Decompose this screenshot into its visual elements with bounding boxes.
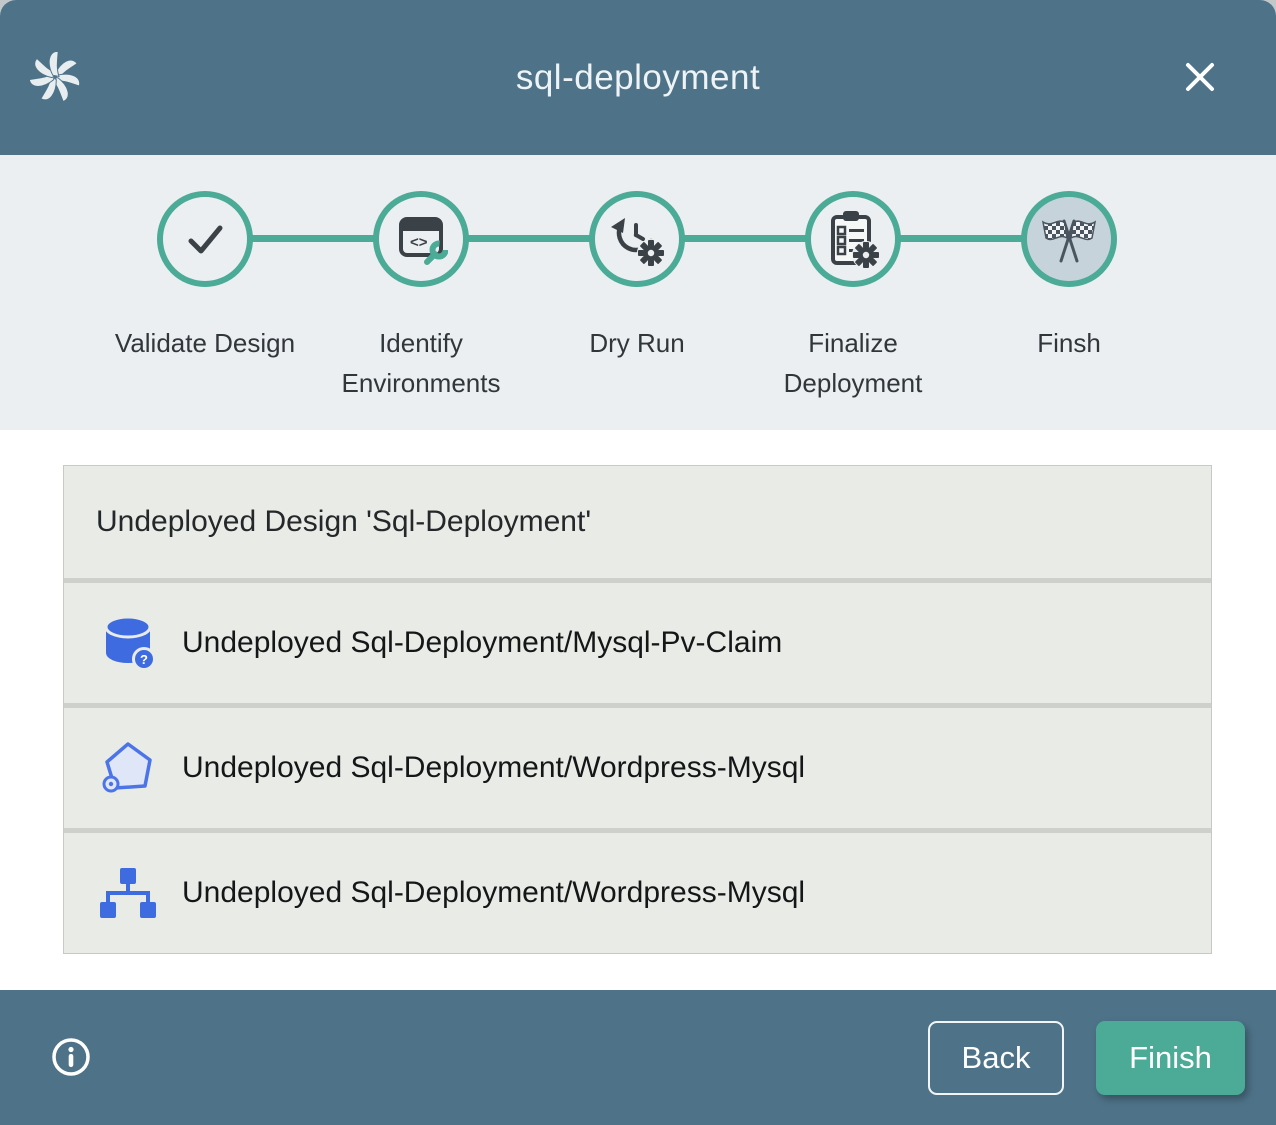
stepper: Validate Design <> Identify Environments xyxy=(0,155,1276,430)
deployment-wizard-dialog: sql-deployment Validate Design xyxy=(0,0,1276,1125)
finish-button[interactable]: Finish xyxy=(1096,1021,1245,1095)
database-question-icon: ? xyxy=(96,613,160,673)
sync-clock-gear-icon xyxy=(589,191,685,287)
list-item-text: Undeployed Sql-Deployment/Mysql-Pv-Claim xyxy=(182,626,782,660)
dialog-title: sql-deployment xyxy=(0,0,1276,155)
list-item: Undeployed Sql-Deployment/Wordpress-Mysq… xyxy=(64,708,1211,828)
info-icon[interactable] xyxy=(49,1036,93,1080)
list-item: Undeployed Sql-Deployment/Wordpress-Mysq… xyxy=(64,833,1211,953)
step-dry-run: Dry Run xyxy=(529,155,745,403)
step-label: Finsh xyxy=(1037,323,1101,363)
step-identify-environments: <> Identify Environments xyxy=(313,155,529,403)
content-area: Undeployed Design 'Sql-Deployment' ? Und… xyxy=(0,430,1276,990)
list-header-text: Undeployed Design 'Sql-Deployment' xyxy=(96,505,591,539)
titlebar: sql-deployment xyxy=(0,0,1276,155)
list-item: ? Undeployed Sql-Deployment/Mysql-Pv-Cla… xyxy=(64,583,1211,703)
step-label: Dry Run xyxy=(589,323,684,363)
footer-actions: Back Finish xyxy=(928,1021,1245,1095)
list-item-text: Undeployed Sql-Deployment/Wordpress-Mysq… xyxy=(182,751,805,785)
step-finalize-deployment: Finalize Deployment xyxy=(745,155,961,403)
close-icon[interactable] xyxy=(1178,56,1222,100)
step-label: Finalize Deployment xyxy=(745,323,961,403)
step-label: Validate Design xyxy=(115,323,295,363)
footer-bar: Back Finish xyxy=(0,990,1276,1125)
svg-text:?: ? xyxy=(140,652,148,667)
pentagon-badge-icon xyxy=(96,739,160,797)
undeployed-list-panel: Undeployed Design 'Sql-Deployment' ? Und… xyxy=(63,465,1212,954)
list-item-text: Undeployed Sql-Deployment/Wordpress-Mysq… xyxy=(182,876,805,910)
code-window-wrench-icon: <> xyxy=(373,191,469,287)
clipboard-checklist-gear-icon xyxy=(805,191,901,287)
list-header-row: Undeployed Design 'Sql-Deployment' xyxy=(64,466,1211,578)
back-button[interactable]: Back xyxy=(928,1021,1064,1095)
checkered-flags-icon xyxy=(1021,191,1117,287)
step-validate-design: Validate Design xyxy=(97,155,313,403)
step-finish: Finsh xyxy=(961,155,1177,403)
svg-text:<>: <> xyxy=(410,234,428,251)
check-icon xyxy=(157,191,253,287)
hierarchy-icon xyxy=(96,864,160,922)
step-label: Identify Environments xyxy=(313,323,529,403)
